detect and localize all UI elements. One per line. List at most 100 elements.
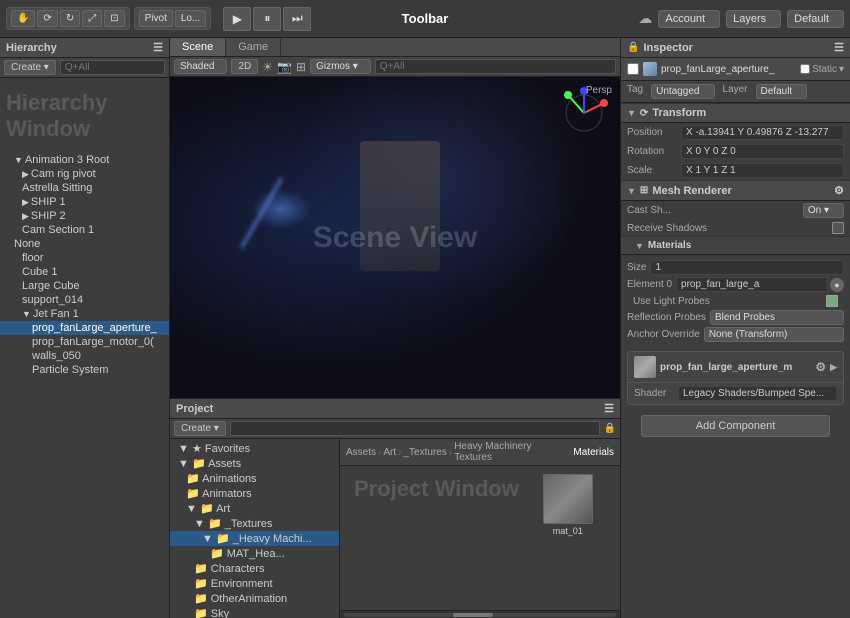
object-name[interactable]: prop_fanLarge_aperture_: [661, 64, 796, 75]
use-light-probes-checkbox[interactable]: [826, 295, 838, 307]
list-item[interactable]: None: [0, 237, 169, 251]
size-value[interactable]: 1: [650, 260, 844, 275]
list-item[interactable]: Large Cube: [0, 279, 169, 293]
list-item[interactable]: 📁 Characters: [170, 561, 339, 576]
component-header: prop_fan_large_aperture_m ⚙ ▶: [628, 352, 843, 383]
project-menu-icon[interactable]: ☰: [604, 402, 614, 415]
inspector-lock-icon[interactable]: 🔒: [627, 42, 639, 53]
materials-header[interactable]: ▼ Materials: [621, 236, 850, 255]
element0-value[interactable]: prop_fan_large_a: [676, 277, 828, 292]
project-search-input[interactable]: [230, 421, 600, 436]
scene-game-tabs: Scene Game: [170, 38, 620, 57]
rect-tool-btn[interactable]: ⊡: [104, 10, 124, 27]
reflection-probes-dropdown[interactable]: Blend Probes: [710, 310, 844, 325]
account-dropdown[interactable]: Account: [658, 10, 720, 28]
local-button[interactable]: Lo...: [175, 10, 206, 27]
scene-search-input[interactable]: [375, 59, 616, 74]
list-item[interactable]: ▼ 📁 _Heavy Machi...: [170, 531, 339, 546]
play-button[interactable]: ▶: [223, 7, 251, 31]
scale-value[interactable]: X 1 Y 1 Z 1: [681, 163, 844, 178]
anchor-override-dropdown[interactable]: None (Transform): [704, 327, 844, 342]
2d-button[interactable]: 2D: [231, 59, 258, 74]
project-create-btn[interactable]: Create ▾: [174, 421, 226, 436]
transform-section-header[interactable]: ▼ ⟳ Transform: [621, 103, 850, 123]
tab-scene[interactable]: Scene: [170, 38, 226, 56]
rotation-value[interactable]: X 0 Y 0 Z 0: [681, 144, 844, 159]
receive-shadow-checkbox[interactable]: [832, 222, 844, 234]
hand-tool-btn[interactable]: ✋: [11, 10, 35, 27]
list-item[interactable]: mat_01: [533, 470, 603, 540]
breadcrumb-materials[interactable]: Materials: [573, 447, 614, 458]
layers-dropdown[interactable]: Layers: [726, 10, 781, 28]
scene-view[interactable]: Persp Scene View: [170, 77, 620, 398]
inspector-menu-icon[interactable]: ☰: [834, 41, 844, 54]
list-item[interactable]: ▶Cam rig pivot: [0, 167, 169, 181]
list-item[interactable]: Cube 1: [0, 265, 169, 279]
project-content: ▼ ★ Favorites ▼ 📁 Assets 📁 Animations 📁 …: [170, 439, 620, 618]
component-settings-icon[interactable]: ⚙: [815, 360, 826, 374]
component-name[interactable]: prop_fan_large_aperture_m: [660, 362, 811, 373]
shader-row: Shader Legacy Shaders/Bumped Spe...: [628, 383, 843, 404]
list-item[interactable]: ▶SHIP 2: [0, 209, 169, 223]
component-expand-icon[interactable]: ▶: [830, 362, 837, 373]
list-item[interactable]: Particle System: [0, 363, 169, 377]
breadcrumb-textures[interactable]: _Textures: [403, 447, 446, 458]
list-item[interactable]: 📁 MAT_Hea...: [170, 546, 339, 561]
list-item[interactable]: prop_fanLarge_aperture_: [0, 321, 169, 335]
list-item[interactable]: prop_fanLarge_motor_0(: [0, 335, 169, 349]
list-item[interactable]: 📁 Animations: [170, 471, 339, 486]
gizmos-dropdown[interactable]: Gizmos ▾: [310, 59, 371, 74]
rotate-tool-btn[interactable]: ↻: [60, 10, 80, 27]
list-item[interactable]: ▼ ★ Favorites: [170, 441, 339, 456]
list-item[interactable]: Astrella Sitting: [0, 181, 169, 195]
list-item[interactable]: ▼ 📁 _Textures: [170, 516, 339, 531]
add-component-button[interactable]: Add Component: [641, 415, 830, 437]
list-item[interactable]: ▼Jet Fan 1: [0, 307, 169, 321]
list-item[interactable]: 📁 Environment: [170, 576, 339, 591]
list-item[interactable]: ▶SHIP 1: [0, 195, 169, 209]
step-button[interactable]: ⏭: [283, 7, 311, 31]
pivot-button[interactable]: Pivot: [139, 10, 173, 27]
static-checkbox[interactable]: [800, 64, 810, 74]
list-item[interactable]: 📁 OtherAnimation: [170, 591, 339, 606]
hierarchy-header: Hierarchy ☰: [0, 38, 169, 58]
tag-dropdown[interactable]: Untagged: [651, 84, 714, 99]
list-item[interactable]: 📁 Animators: [170, 486, 339, 501]
element0-select-btn[interactable]: ●: [830, 278, 844, 292]
toolbar-pivot-group: Pivot Lo...: [134, 7, 212, 30]
shader-value[interactable]: Legacy Shaders/Bumped Spe...: [678, 386, 837, 401]
list-item[interactable]: floor: [0, 251, 169, 265]
move-tool-btn[interactable]: ⟳: [37, 10, 57, 27]
asset-name: mat_01: [553, 526, 583, 536]
list-item[interactable]: ▼ 📁 Art: [170, 501, 339, 516]
object-active-checkbox[interactable]: [627, 63, 639, 75]
position-value[interactable]: X -a.13941 Y 0.49876 Z -13.277: [681, 125, 844, 140]
static-toggle[interactable]: Static ▾: [800, 64, 844, 75]
breadcrumb-heavy[interactable]: Heavy Machinery Textures: [454, 441, 566, 463]
list-item[interactable]: ▼Animation 3 Root: [0, 153, 169, 167]
position-row: Position X -a.13941 Y 0.49876 Z -13.277: [621, 123, 850, 142]
mesh-settings-icon[interactable]: ⚙: [834, 184, 844, 197]
breadcrumb-art[interactable]: Art: [383, 447, 396, 458]
shading-dropdown[interactable]: Shaded: [174, 59, 227, 74]
list-item[interactable]: support_014: [0, 293, 169, 307]
hierarchy-menu-icon[interactable]: ☰: [153, 41, 163, 54]
list-item[interactable]: 📁 Sky: [170, 606, 339, 618]
mesh-renderer-header[interactable]: ▼ ⊞ Mesh Renderer ⚙: [621, 180, 850, 201]
project-scrollbar[interactable]: [340, 610, 620, 618]
hierarchy-create-btn[interactable]: Create ▾: [4, 60, 56, 75]
breadcrumb-assets[interactable]: Assets: [346, 447, 376, 458]
tab-game[interactable]: Game: [226, 38, 281, 56]
default-layout-dropdown[interactable]: Default: [787, 10, 844, 28]
list-item[interactable]: Cam Section 1: [0, 223, 169, 237]
list-item[interactable]: ▼ 📁 Assets: [170, 456, 339, 471]
toolbar-right: ☁ Account Layers Default: [638, 10, 844, 28]
scale-tool-btn[interactable]: ⤢: [82, 10, 102, 27]
pause-button[interactable]: ⏸: [253, 7, 281, 31]
static-dropdown-icon[interactable]: ▾: [839, 64, 844, 75]
scrollbar-thumb[interactable]: [453, 613, 493, 617]
layer-dropdown[interactable]: Default: [756, 84, 808, 99]
cast-shadow-dropdown[interactable]: On ▾: [803, 203, 844, 218]
list-item[interactable]: walls_050: [0, 349, 169, 363]
hierarchy-search-input[interactable]: [60, 60, 165, 75]
